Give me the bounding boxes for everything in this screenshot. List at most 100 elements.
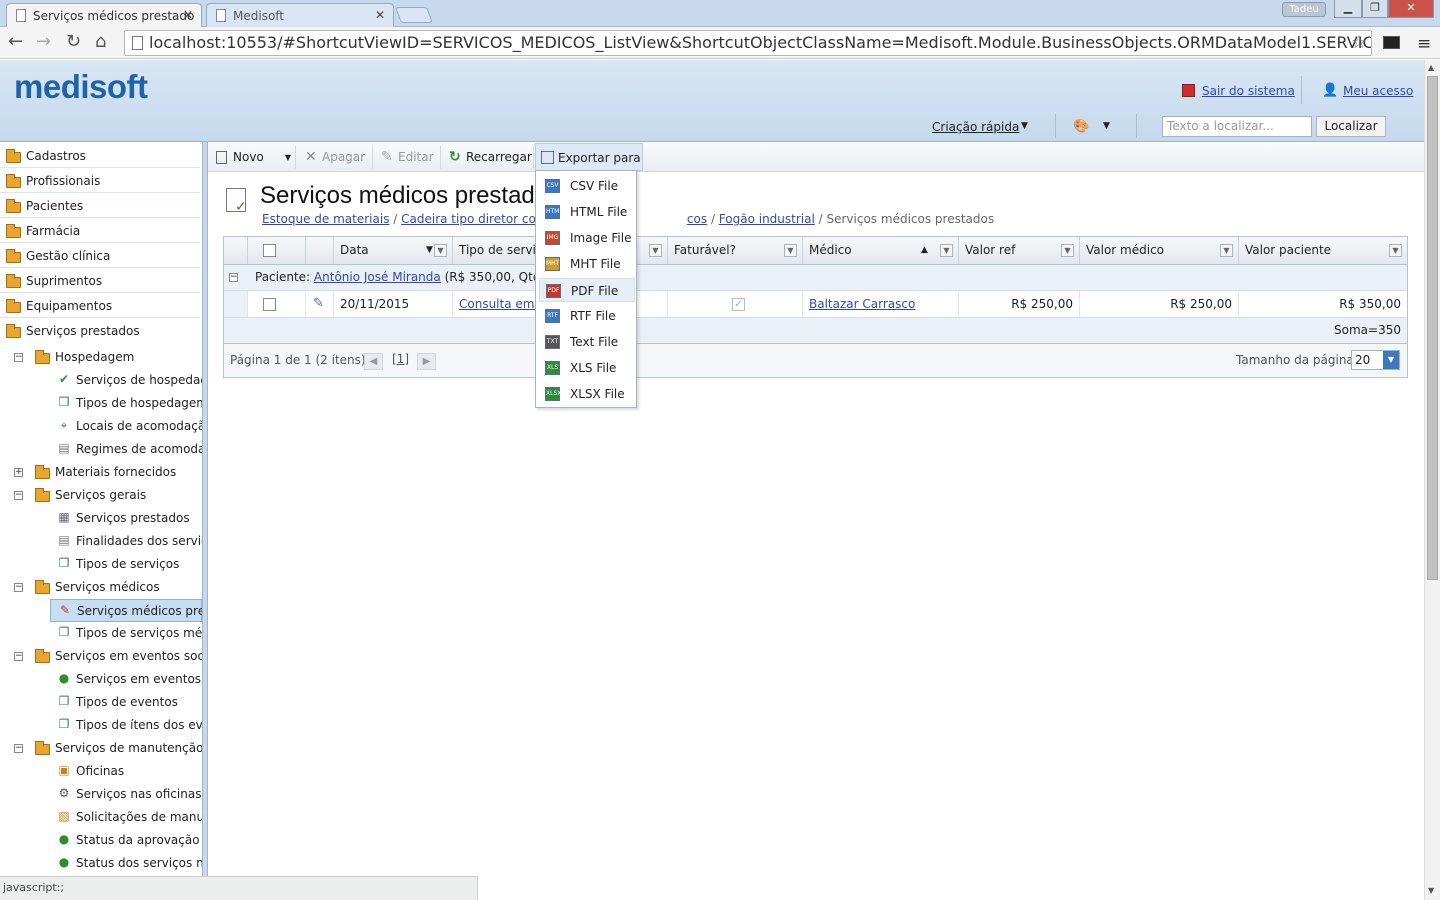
address-bar[interactable]: localhost:10553/#ShortcutViewID=SERVICOS… <box>124 30 1372 56</box>
reload-icon[interactable]: ↻ <box>66 32 81 52</box>
patient-link[interactable]: Antônio José Miranda <box>314 270 441 284</box>
column-header-data[interactable]: Data ▼ ▼ <box>334 237 453 264</box>
nav-tree-item[interactable]: ● Status dos serviços nas <box>50 852 202 875</box>
nav-tree-group[interactable]: − Serviços médicos <box>0 576 200 599</box>
column-header-valor-paciente[interactable]: Valor paciente ▼ <box>1239 237 1407 264</box>
filter-icon[interactable]: ▼ <box>1389 244 1402 257</box>
export-menu-item[interactable]: XLSX XLSX File <box>539 382 635 406</box>
export-menu-item[interactable]: CSV CSV File <box>539 174 635 198</box>
menu-icon[interactable]: ≡ <box>1417 34 1431 54</box>
delete-button[interactable]: ✕ Apagar <box>300 146 373 169</box>
close-tab-icon[interactable]: ✕ <box>375 8 385 22</box>
current-page[interactable]: [1] <box>392 352 409 366</box>
collapse-icon[interactable]: − <box>14 583 23 592</box>
export-menu-item[interactable]: TXT Text File <box>539 330 635 354</box>
profile-badge[interactable]: Tadeu <box>1282 2 1326 17</box>
nav-tree-item[interactable]: ▧ Solicitações de manute <box>50 806 202 829</box>
nav-tree-group[interactable]: + Materiais fornecidos <box>0 461 200 484</box>
filter-icon[interactable]: ▼ <box>1061 244 1074 257</box>
nav-item-farmacia[interactable]: Farmácia <box>0 219 200 243</box>
breadcrumb-link[interactable]: cos <box>687 212 707 226</box>
row-checkbox[interactable] <box>263 298 276 311</box>
filter-icon[interactable]: ▼ <box>940 244 953 257</box>
extension-icon[interactable] <box>1383 36 1400 49</box>
edit-button[interactable]: ✎ Editar <box>376 146 441 169</box>
close-tab-icon[interactable]: ✕ <box>183 8 193 22</box>
close-window-button[interactable]: ✕ <box>1388 0 1434 18</box>
column-header-valor-ref[interactable]: Valor ref ▼ <box>959 237 1080 264</box>
expand-icon[interactable]: + <box>14 468 23 477</box>
nav-item-servicos-prestados[interactable]: Serviços prestados <box>0 319 200 343</box>
nav-tree-item[interactable]: ⚙ Serviços nas oficinas <box>50 783 202 806</box>
filter-icon[interactable]: ▼ <box>1220 244 1233 257</box>
export-button[interactable]: Exportar para <box>535 143 643 171</box>
nav-tree-item[interactable]: ● Status da aprovação dc <box>50 829 202 852</box>
collapse-icon[interactable]: − <box>14 744 23 753</box>
chevron-down-icon[interactable]: ▼ <box>1103 121 1110 131</box>
logout-icon[interactable] <box>1182 84 1195 97</box>
breadcrumb-link[interactable]: Estoque de materiais <box>262 212 389 226</box>
nav-tree-item[interactable]: ✔ Serviços de hospedage <box>50 369 202 392</box>
nav-item-profissionais[interactable]: Profissionais <box>0 169 200 193</box>
filter-icon[interactable]: ▼ <box>434 244 447 257</box>
scroll-down-icon[interactable]: ▼ <box>1428 886 1434 895</box>
nav-tree-item[interactable]: ▦ Serviços prestados <box>50 507 202 530</box>
scrollbar-thumb[interactable] <box>1427 76 1438 580</box>
export-menu-item[interactable]: RTF RTF File <box>539 304 635 328</box>
nav-item-gestao-clinica[interactable]: Gestão clínica <box>0 244 200 268</box>
search-button[interactable]: Localizar <box>1316 116 1386 137</box>
table-row[interactable]: ✎ 20/11/2015 Consulta em c ✓ Baltazar Ca… <box>224 291 1407 318</box>
scroll-up-icon[interactable]: ▲ <box>1428 63 1434 72</box>
edit-row-icon[interactable]: ✎ <box>313 291 324 317</box>
nav-tree-item[interactable]: ✎ Serviços médicos prest <box>50 599 202 622</box>
browser-tab-medisoft[interactable]: Medisoft ✕ <box>206 3 394 27</box>
collapse-icon[interactable]: − <box>14 353 23 362</box>
quick-create-link[interactable]: Criação rápida <box>932 120 1019 134</box>
my-access-link[interactable]: Meu acesso <box>1343 84 1413 98</box>
home-icon[interactable]: ⌂ <box>95 32 106 52</box>
column-header-medico[interactable]: Médico ▲ ▼ <box>803 237 959 264</box>
maximize-button[interactable]: ❐ <box>1362 0 1388 18</box>
medico-link[interactable]: Baltazar Carrasco <box>809 297 915 311</box>
column-header-faturavel[interactable]: Faturável? ▼ <box>668 237 803 264</box>
nav-tree-item[interactable]: ❐ Tipos de ítens dos ever <box>50 714 202 737</box>
nav-tree-group[interactable]: − Hospedagem <box>0 346 200 369</box>
forward-icon[interactable]: → <box>36 32 51 52</box>
nav-tree-item[interactable]: ▤ Regimes de acomodaç <box>50 438 202 461</box>
nav-tree-item[interactable]: ▤ Finalidades dos serviço <box>50 530 202 553</box>
collapse-icon[interactable]: − <box>14 652 23 661</box>
theme-palette-icon[interactable]: 🎨 <box>1073 119 1089 134</box>
back-icon[interactable]: ← <box>8 32 23 52</box>
browser-tab-active[interactable]: Serviços médicos prestado ✕ <box>6 3 202 27</box>
export-menu-item[interactable]: PDF PDF File <box>539 278 635 302</box>
chevron-down-icon[interactable]: ▼ <box>1021 121 1028 131</box>
minimize-button[interactable]: ▁ <box>1334 0 1362 18</box>
search-input[interactable]: Texto a localizar... <box>1162 116 1312 137</box>
sort-desc-icon[interactable]: ▼ <box>426 237 433 264</box>
nav-tree-item[interactable]: ❐ Tipos de eventos <box>50 691 202 714</box>
filter-icon[interactable]: ▼ <box>784 244 797 257</box>
logout-link[interactable]: Sair do sistema <box>1202 84 1295 98</box>
column-header-valor-medico[interactable]: Valor médico ▼ <box>1080 237 1239 264</box>
vertical-scrollbar[interactable]: ▲ ▼ <box>1424 60 1440 900</box>
collapse-group-icon[interactable]: − <box>229 273 238 282</box>
export-menu-item[interactable]: HTM HTML File <box>539 200 635 224</box>
nav-tree-group[interactable]: − Serviços gerais <box>0 484 200 507</box>
nav-item-pacientes[interactable]: Pacientes <box>0 194 200 218</box>
collapse-icon[interactable]: − <box>14 491 23 500</box>
nav-item-cadastros[interactable]: Cadastros <box>0 144 200 168</box>
sort-asc-icon[interactable]: ▲ <box>921 237 928 264</box>
export-menu-item[interactable]: MHT MHT File <box>539 252 635 276</box>
export-menu-item[interactable]: XLS XLS File <box>539 356 635 380</box>
next-page-icon[interactable]: ▶ <box>417 353 436 370</box>
nav-item-suprimentos[interactable]: Suprimentos <box>0 269 200 293</box>
chevron-down-icon[interactable]: ▼ <box>285 146 291 169</box>
select-all-checkbox[interactable] <box>263 244 276 257</box>
nav-tree-item[interactable]: ▣ Oficinas <box>50 760 202 783</box>
nav-item-equipamentos[interactable]: Equipamentos <box>0 294 200 318</box>
nav-tree-item[interactable]: ❐ Tipos de serviços médi <box>50 622 202 645</box>
new-button[interactable]: Novo ▼ <box>211 146 296 169</box>
breadcrumb-link[interactable]: Fogão industrial <box>719 212 815 226</box>
nav-tree-group[interactable]: − Serviços de manutenção <box>0 737 202 760</box>
nav-tree-item[interactable]: ⌖ Locais de acomodação <box>50 415 202 438</box>
